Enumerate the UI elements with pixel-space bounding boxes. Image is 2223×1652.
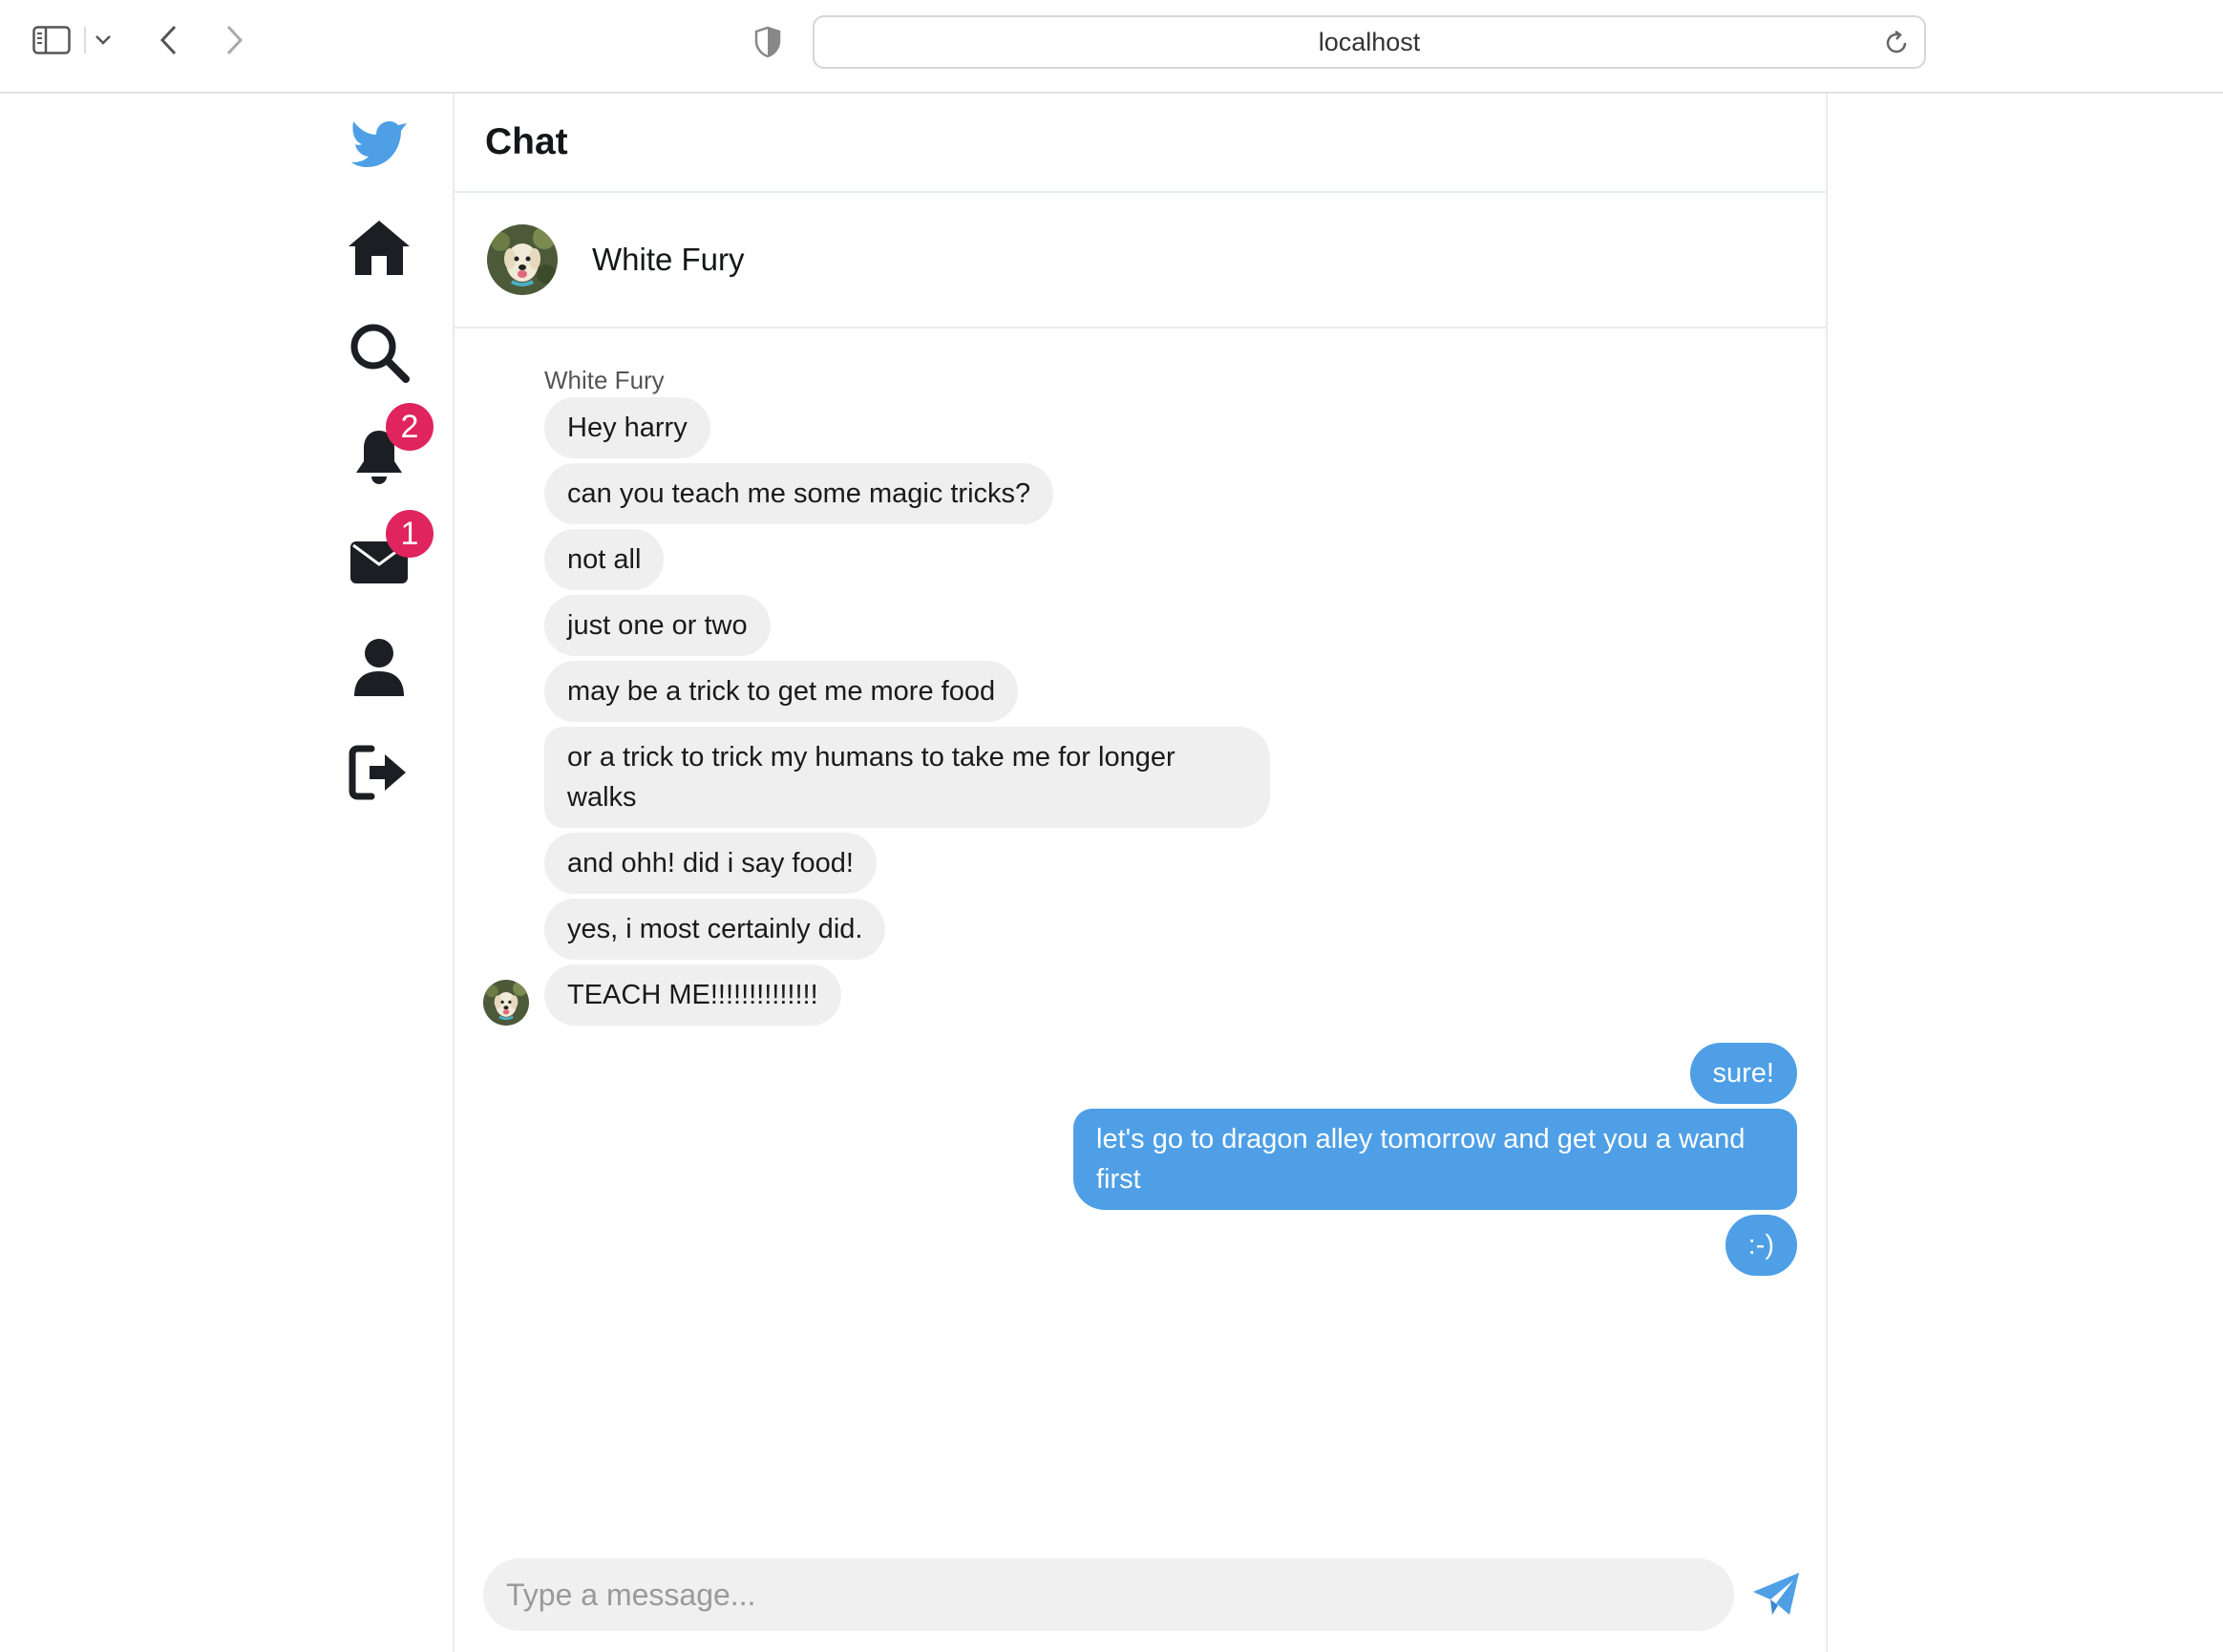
url-text: localhost [1318,27,1421,56]
incoming-message: may be a trick to get me more food [544,661,1019,722]
list-item: and ohh! did i say food! [455,833,1826,894]
contact-header[interactable]: White Fury [455,193,1826,328]
bird-logo-icon[interactable] [344,109,414,180]
browser-toolbar: localhost [0,0,2223,94]
toolbar-divider [84,27,86,53]
message-list: White Fury Hey harry can you teach me so… [455,328,1826,1281]
send-button[interactable] [1747,1566,1805,1623]
outgoing-group: sure! let's go to dragon alley tomorrow … [455,1043,1826,1281]
chat-panel: Chat White Fury White Fury Hey harry can… [453,94,1828,1652]
bell-icon[interactable]: 2 [344,403,434,493]
incoming-message: yes, i most certainly did. [544,899,886,960]
avatar[interactable] [487,224,558,295]
outgoing-message: sure! [1689,1043,1797,1104]
outgoing-message: let's go to dragon alley tomorrow and ge… [1073,1109,1797,1210]
list-item: just one or two [455,595,1826,656]
back-arrow-icon[interactable] [151,19,185,61]
incoming-message: and ohh! did i say food! [544,833,877,894]
address-bar[interactable]: localhost [813,15,1926,69]
incoming-message: Hey harry [544,397,710,458]
search-icon[interactable] [344,317,414,388]
user-icon[interactable] [344,632,414,703]
envelope-icon[interactable]: 1 [344,510,434,598]
list-item: Hey harry [455,397,1826,458]
list-item: TEACH ME!!!!!!!!!!!!!! [455,964,1826,1026]
avatar[interactable] [483,980,529,1026]
sidebar-icon[interactable] [29,21,74,59]
incoming-message: not all [544,529,665,590]
reload-icon[interactable] [1882,29,1911,57]
home-icon[interactable] [344,212,414,283]
incoming-message: just one or two [544,595,771,656]
incoming-message: can you teach me some magic tricks? [544,463,1054,524]
outgoing-message: :-) [1725,1215,1797,1276]
message-input[interactable] [483,1558,1734,1631]
message-composer [483,1558,1820,1631]
contact-name: White Fury [592,242,745,277]
list-item: not all [455,529,1826,590]
chevron-down-icon[interactable] [90,27,116,53]
list-item: yes, i most certainly did. [455,899,1826,960]
list-item: or a trick to trick my humans to take me… [455,727,1826,828]
list-item: can you teach me some magic tricks? [455,463,1826,524]
sender-label: White Fury [544,366,665,394]
paper-plane-icon [1753,1573,1799,1615]
app-root: 2 1 Chat White Fury White Fury Hey harry… [0,94,2223,1652]
logout-icon[interactable] [344,737,414,808]
list-item: may be a trick to get me more food [455,661,1826,722]
page-title: Chat [485,121,568,162]
left-nav: 2 1 [325,94,453,1652]
page-header: Chat [455,94,1826,193]
message-badge: 1 [386,510,434,558]
shield-icon[interactable] [749,23,787,61]
incoming-message: TEACH ME!!!!!!!!!!!!!! [544,964,841,1026]
forward-arrow-icon[interactable] [218,19,252,61]
incoming-message: or a trick to trick my humans to take me… [544,727,1270,828]
notification-badge: 2 [386,403,434,451]
